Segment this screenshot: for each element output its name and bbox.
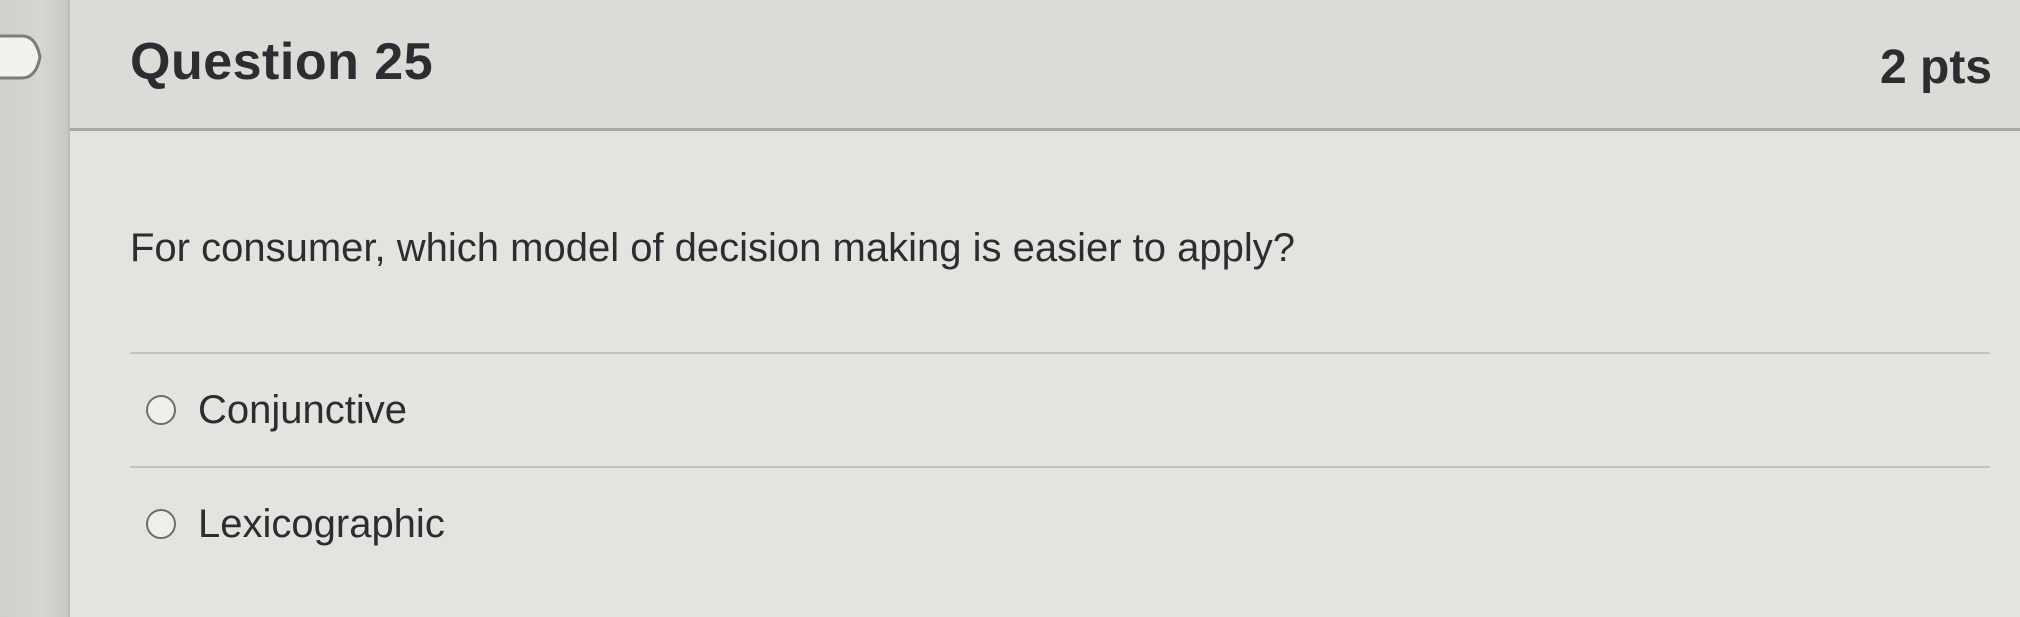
radio-unselected-icon[interactable] <box>146 395 176 425</box>
question-text: For consumer, which model of decision ma… <box>130 226 1295 270</box>
answer-label: Lexicographic <box>198 501 445 546</box>
question-points: 2 pts <box>1879 41 1992 94</box>
flag-icon[interactable] <box>0 30 44 84</box>
left-gutter <box>0 0 70 617</box>
question-title: Question 25 <box>130 33 434 91</box>
answer-list: Conjunctive Lexicographic <box>130 352 1990 580</box>
radio-unselected-icon[interactable] <box>146 509 176 539</box>
question-card: Question 25 2 pts For consumer, which mo… <box>70 0 2020 617</box>
answer-option-lexicographic[interactable]: Lexicographic <box>130 466 1990 580</box>
answer-label: Conjunctive <box>198 387 408 432</box>
question-header: Question 25 2 pts <box>70 0 2020 131</box>
answer-option-conjunctive[interactable]: Conjunctive <box>130 352 1990 466</box>
